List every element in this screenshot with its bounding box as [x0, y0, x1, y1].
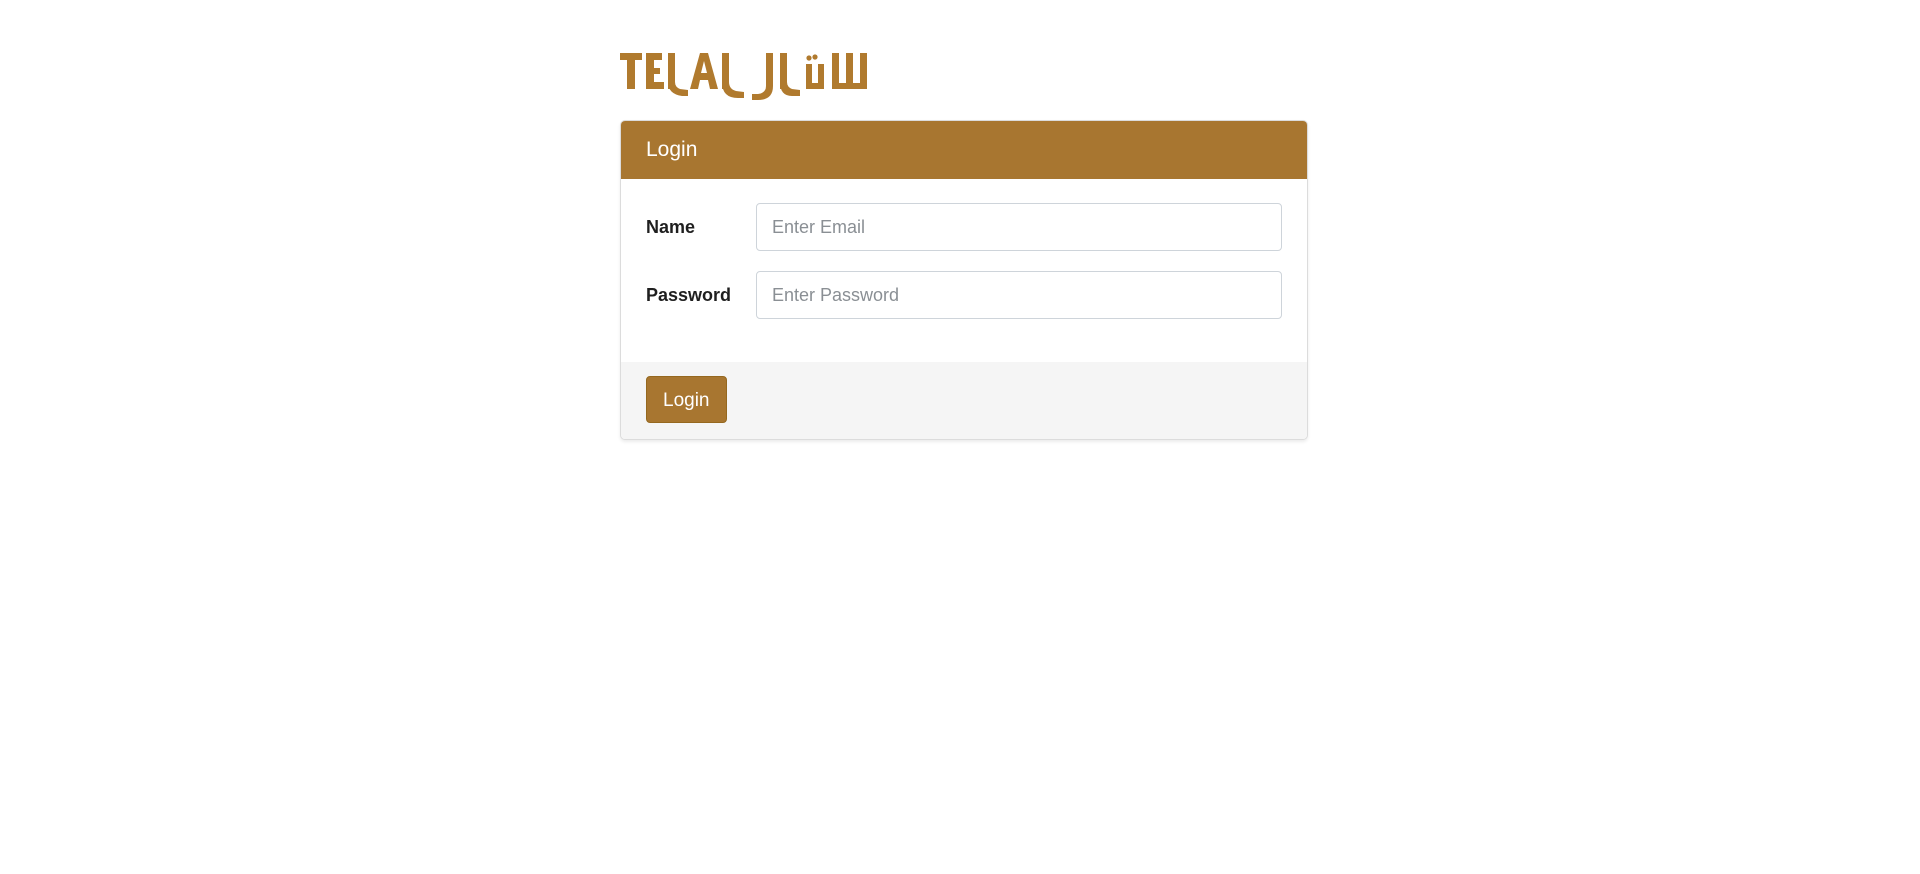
password-label: Password: [646, 284, 732, 305]
login-card: Login Name Password Login: [620, 120, 1308, 440]
name-row: Name: [646, 203, 1282, 251]
email-field[interactable]: [756, 203, 1282, 251]
login-button[interactable]: Login: [646, 376, 727, 423]
telal-logo-icon: [620, 53, 867, 100]
login-card-footer: Login: [621, 362, 1307, 439]
password-row: Password: [646, 271, 1282, 319]
name-label: Name: [646, 216, 696, 237]
brand-logo: [620, 50, 876, 102]
login-card-header: Login: [621, 121, 1307, 179]
password-field[interactable]: [756, 271, 1282, 319]
login-card-title: Login: [646, 138, 698, 161]
